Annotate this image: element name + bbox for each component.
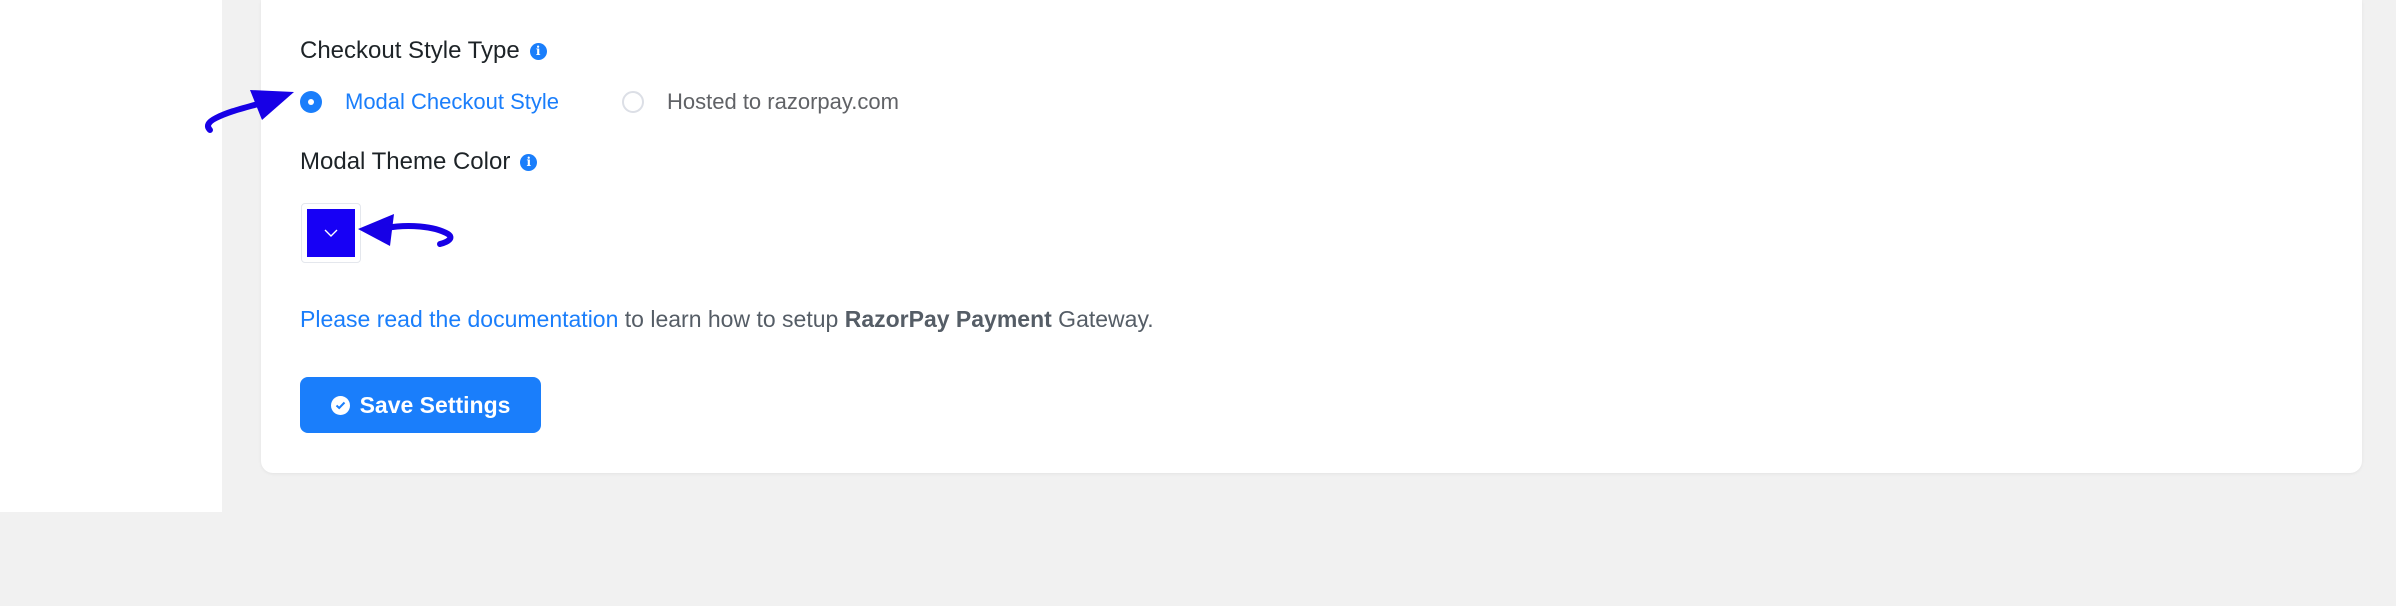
documentation-text: Please read the documentation to learn h… (300, 306, 1154, 333)
settings-card (261, 0, 2362, 473)
arrow-annotation (205, 90, 294, 133)
documentation-link[interactable]: Please read the documentation (300, 306, 618, 332)
doc-end-text: Gateway. (1051, 306, 1154, 332)
radio-label-hosted: Hosted to razorpay.com (667, 89, 899, 114)
info-icon[interactable]: i (520, 153, 538, 171)
doc-middle-text: to learn how to setup (618, 306, 845, 332)
checkout-style-label-row: Checkout Style Type i (300, 37, 547, 65)
radio-button-checked[interactable] (300, 91, 322, 113)
doc-bold-text: RazorPay Payment (844, 306, 1052, 332)
chevron-down-icon (324, 229, 338, 237)
color-picker[interactable] (301, 203, 361, 263)
info-icon[interactable]: i (529, 42, 547, 60)
save-settings-button[interactable]: Save Settings (300, 377, 541, 433)
checkout-style-label: Checkout Style Type (300, 37, 520, 64)
radio-label-modal: Modal Checkout Style (345, 89, 559, 114)
check-circle-icon (330, 395, 350, 415)
arrow-annotation (358, 214, 454, 247)
left-sidebar-panel (0, 0, 222, 512)
radio-hosted-razorpay[interactable]: Hosted to razorpay.com (622, 89, 899, 115)
radio-modal-checkout[interactable]: Modal Checkout Style (300, 89, 559, 115)
theme-color-label: Modal Theme Color (300, 148, 511, 175)
save-settings-label: Save Settings (359, 391, 511, 418)
color-swatch[interactable] (307, 209, 355, 257)
radio-button-unchecked[interactable] (622, 91, 644, 113)
theme-color-label-row: Modal Theme Color i (300, 148, 538, 176)
